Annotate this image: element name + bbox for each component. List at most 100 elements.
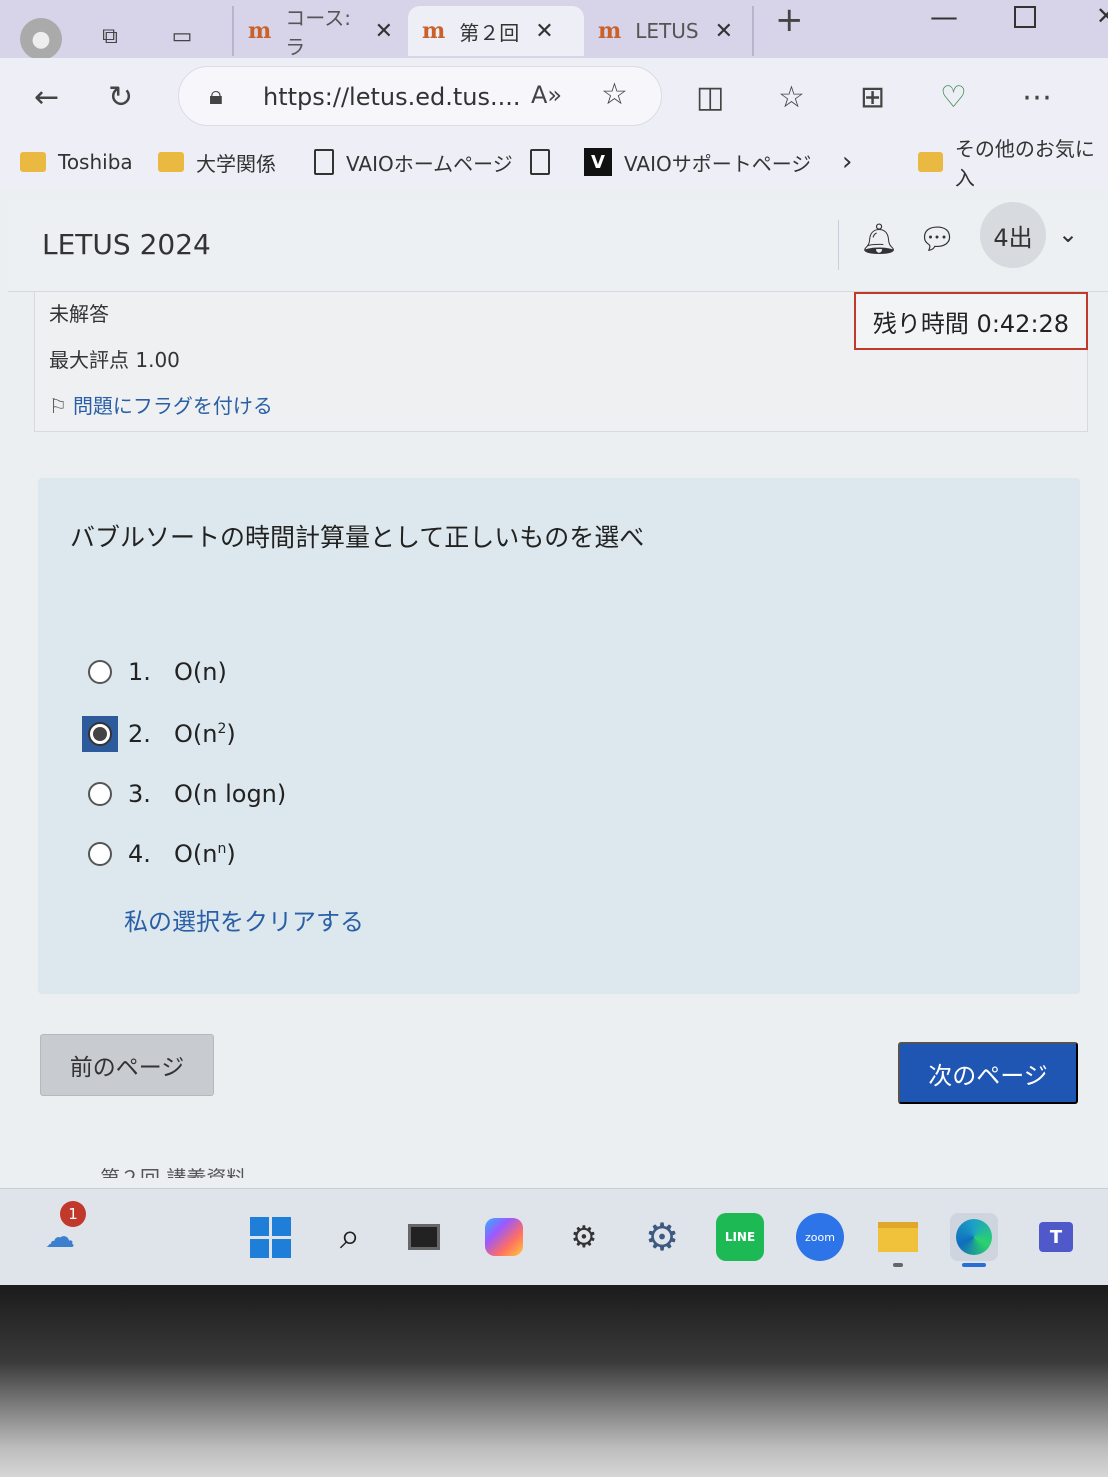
- flag-icon: ⚐: [49, 394, 67, 418]
- tab-actions-icon[interactable]: ▭: [162, 16, 202, 56]
- option-text: O(n): [174, 658, 227, 686]
- zoom-app-icon[interactable]: zoom: [796, 1213, 844, 1261]
- url-text[interactable]: https://letus.ed.tus....: [263, 83, 520, 111]
- question-box: バブルソートの時間計算量として正しいものを選べ 1. O(n) 2. O(n2)…: [38, 478, 1080, 994]
- windows-start-icon[interactable]: [246, 1213, 294, 1261]
- bookmark-vaio-home[interactable]: VAIOホームページ: [314, 144, 513, 180]
- option-number: 1.: [128, 658, 151, 686]
- close-icon[interactable]: ✕: [375, 19, 393, 44]
- question-state: 未解答: [49, 302, 109, 326]
- notification-badge: 1: [60, 1201, 86, 1227]
- read-aloud-icon[interactable]: A»: [531, 81, 562, 109]
- page-icon: [530, 149, 550, 175]
- option-number: 3.: [128, 780, 151, 808]
- lock-icon[interactable]: 🔒︎: [209, 81, 223, 112]
- answer-option[interactable]: 3. O(n logn): [88, 776, 286, 812]
- bookmark-label: VAIOサポートページ: [624, 151, 812, 176]
- collections-icon[interactable]: ⊞: [860, 80, 885, 115]
- tab-letus[interactable]: m LETUS ✕: [584, 6, 754, 56]
- flag-link-label: 問題にフラグを付ける: [72, 394, 273, 418]
- answer-option[interactable]: 4. O(nn): [88, 836, 236, 872]
- option-text: O(n2): [174, 720, 236, 748]
- tab-course[interactable]: m コース: ラ ✕: [232, 6, 407, 59]
- folder-icon: [158, 152, 184, 172]
- option-text: O(n logn): [174, 780, 287, 808]
- bookmark-other-favorites[interactable]: その他のお気に入: [918, 137, 1108, 190]
- option-text: O(nn): [174, 840, 236, 868]
- option-number: 2.: [128, 720, 151, 748]
- radio-button[interactable]: [88, 660, 112, 684]
- flag-question-link[interactable]: ⚐ 問題にフラグを付ける: [49, 390, 273, 419]
- maximize-button[interactable]: [1014, 6, 1036, 28]
- tab-strip: ● ⧉ ▭ m コース: ラ ✕ m 第２回 ✕ m LETUS ✕ + — ✕: [0, 0, 1108, 60]
- max-mark: 最大評点 1.00: [49, 348, 180, 372]
- favorite-star-icon[interactable]: ☆: [601, 77, 628, 112]
- moodle-icon: m: [248, 18, 272, 44]
- radio-button[interactable]: [88, 782, 112, 806]
- tab-label: 第２回: [459, 20, 520, 45]
- edge-browser-icon[interactable]: [950, 1213, 998, 1267]
- copilot-icon[interactable]: [480, 1213, 528, 1261]
- divider: [838, 220, 839, 270]
- radio-button[interactable]: [88, 842, 112, 866]
- close-window-button[interactable]: ✕: [1096, 2, 1108, 30]
- close-icon[interactable]: ✕: [535, 19, 553, 44]
- bookmark-university[interactable]: 大学関係: [158, 144, 276, 180]
- new-tab-button[interactable]: +: [775, 0, 804, 40]
- line-app-icon[interactable]: LINE: [716, 1213, 764, 1261]
- bookmark-label: VAIOホームページ: [346, 151, 513, 176]
- section-link-cut-off[interactable]: 第２回 講義資料: [100, 1164, 246, 1178]
- bookmark-toshiba[interactable]: Toshiba: [20, 144, 133, 180]
- task-view-icon[interactable]: [400, 1213, 448, 1261]
- taskbar: ☁ 1 ⌕ ⚙ ⚙ LINE zoom T: [0, 1188, 1108, 1285]
- bookmark-label: その他のお気に入: [954, 137, 1095, 190]
- folder-icon: [20, 152, 46, 172]
- previous-page-button[interactable]: 前のページ: [40, 1034, 214, 1096]
- teams-icon[interactable]: T: [1032, 1213, 1080, 1261]
- tab-label: コース: ラ: [285, 6, 352, 59]
- bookmark-label: Toshiba: [58, 150, 133, 174]
- screen: ● ⧉ ▭ m コース: ラ ✕ m 第２回 ✕ m LETUS ✕ + — ✕…: [0, 0, 1108, 1285]
- answer-option[interactable]: 1. O(n): [88, 654, 227, 690]
- tab-label: LETUS: [635, 19, 699, 43]
- question-text: バブルソートの時間計算量として正しいものを選べ: [70, 523, 645, 552]
- profile-icon[interactable]: ●: [20, 18, 62, 60]
- gear-icon[interactable]: ⚙: [638, 1213, 686, 1261]
- avatar[interactable]: 4出: [980, 202, 1046, 268]
- back-button[interactable]: ←: [34, 80, 59, 115]
- browser-toolbar: ← ↻ 🔒︎ https://letus.ed.tus.... A» ☆ ◫ ☆…: [0, 58, 1108, 140]
- bookmark-label: 大学関係: [196, 151, 276, 176]
- chevron-down-icon[interactable]: ⌄: [1058, 220, 1078, 248]
- chat-bubble-icon[interactable]: 💬︎: [918, 222, 956, 257]
- moodle-icon: m: [422, 18, 446, 44]
- clear-choice-link[interactable]: 私の選択をクリアする: [124, 902, 364, 937]
- tab-active[interactable]: m 第２回 ✕: [408, 6, 584, 56]
- favorites-icon[interactable]: ☆: [778, 80, 805, 115]
- refresh-button[interactable]: ↻: [108, 80, 133, 115]
- more-menu-icon[interactable]: ⋯: [1022, 80, 1052, 115]
- address-bar[interactable]: 🔒︎ https://letus.ed.tus.... A» ☆: [178, 66, 662, 126]
- next-page-button[interactable]: 次のページ: [898, 1042, 1078, 1104]
- page-content: LETUS 2024 🔔︎ 💬︎ 4出 ⌄ 未解答 最大評点 1.00 ⚐ 問題に…: [0, 188, 1108, 1188]
- folder-icon: [918, 152, 943, 172]
- page-icon: [314, 149, 334, 175]
- file-explorer-icon[interactable]: [874, 1213, 922, 1267]
- answer-option-selected[interactable]: 2. O(n2): [82, 716, 236, 752]
- site-name[interactable]: LETUS 2024: [42, 228, 211, 261]
- device-settings-icon[interactable]: ⚙: [560, 1213, 608, 1261]
- bookmark-page[interactable]: [530, 144, 562, 180]
- vaio-logo-icon: V: [584, 148, 612, 176]
- radio-button-selected[interactable]: [82, 716, 118, 752]
- workspaces-icon[interactable]: ⧉: [90, 16, 130, 56]
- site-navbar: LETUS 2024 🔔︎ 💬︎ 4出 ⌄: [8, 200, 1108, 292]
- close-icon[interactable]: ✕: [715, 19, 733, 44]
- bookmarks-overflow-chevron-icon[interactable]: ›: [842, 144, 852, 180]
- bookmarks-bar: Toshiba 大学関係 VAIOホームページ V VAIOサポートページ › …: [0, 137, 1108, 190]
- bookmark-vaio-support[interactable]: V VAIOサポートページ: [584, 144, 811, 180]
- browser-essentials-icon[interactable]: ♡: [940, 80, 967, 115]
- search-icon[interactable]: ⌕: [326, 1213, 374, 1261]
- split-screen-icon[interactable]: ◫: [696, 80, 724, 115]
- bell-icon[interactable]: 🔔︎: [860, 222, 898, 257]
- minimize-button[interactable]: —: [930, 0, 958, 33]
- moodle-icon: m: [598, 18, 622, 44]
